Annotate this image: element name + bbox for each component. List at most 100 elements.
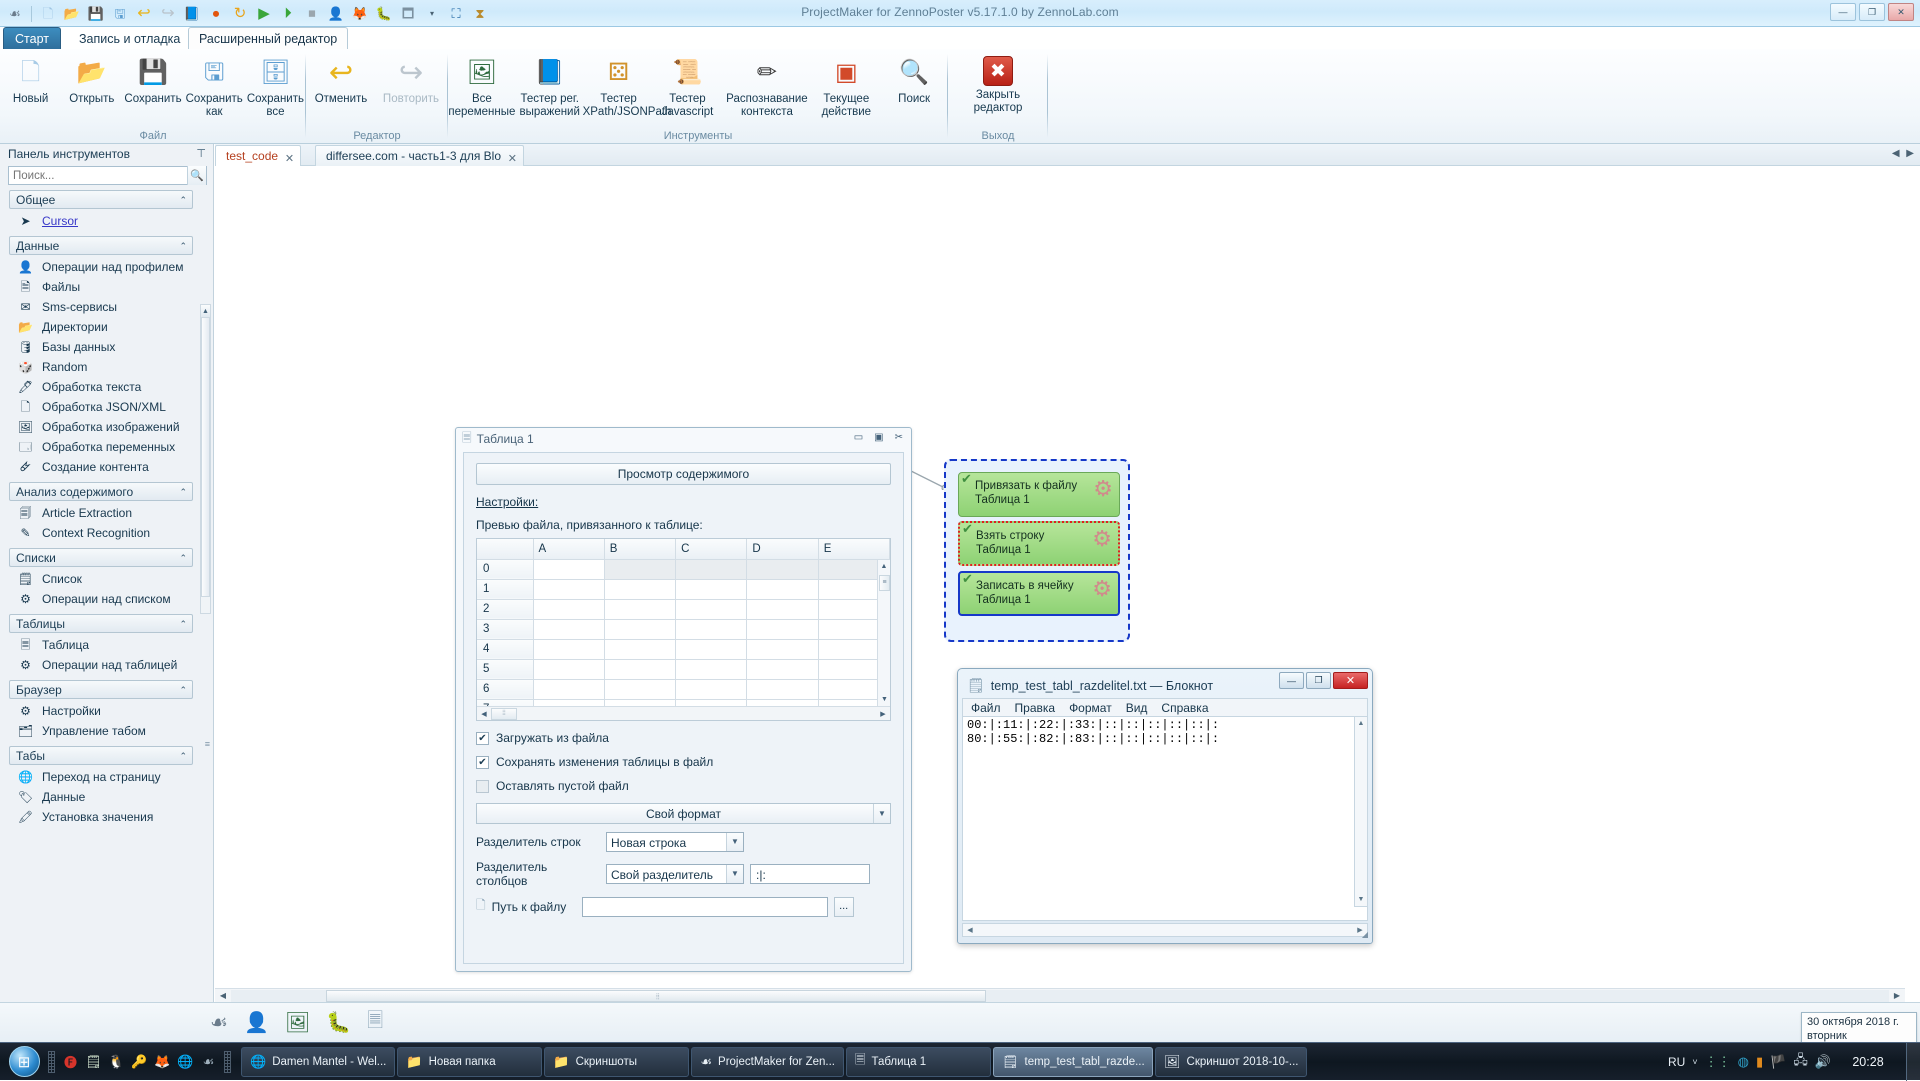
toolbox-scrollbar[interactable]: ▲ [200, 304, 211, 614]
toolbox-item[interactable]: 🎲 Random [0, 357, 213, 377]
file-path-input[interactable] [581, 896, 828, 917]
action-block-take-row[interactable]: ✔ Взять строку Таблица 1 ⚙ [958, 521, 1120, 566]
notepad-minimize-button[interactable]: — [1279, 672, 1304, 689]
row-separator-combobox[interactable]: Новая строка ▼ [606, 832, 744, 852]
profile-icon[interactable]: 👤 [244, 1010, 269, 1035]
notepad-horizontal-scrollbar[interactable]: ◀ ▶ [962, 923, 1368, 937]
table-cell[interactable] [533, 659, 605, 680]
table-row[interactable]: 2 [477, 599, 891, 620]
table-row-header[interactable]: 6 [477, 679, 534, 700]
table-column-header[interactable]: E [818, 539, 891, 560]
table-row-header[interactable]: 0 [477, 559, 534, 580]
table-cell[interactable] [675, 659, 748, 680]
dialog-restore-button[interactable]: ▣ [874, 432, 883, 443]
document-tab-nav[interactable]: ◀ ▶ [1892, 148, 1916, 159]
table-cell[interactable] [746, 599, 819, 620]
ribbon-button-open[interactable]: 📂 Открыть [61, 53, 122, 106]
chevron-up-icon[interactable]: ⌃ [179, 615, 187, 633]
notepad-menu-item[interactable]: Файл [971, 701, 1001, 715]
toolbar-grip-icon[interactable] [48, 1050, 55, 1073]
blackboard-icon[interactable]: 🖼 [285, 1010, 310, 1035]
toolbox-item[interactable]: 🜸 Создание контента [0, 457, 213, 477]
scheme-canvas[interactable]: 🗏 Таблица 1 ▭ ▣ ✂ Просмотр содержимого Н… [215, 166, 1920, 994]
chevron-down-icon[interactable]: ▼ [873, 804, 890, 823]
chevron-up-icon[interactable]: ⌃ [179, 483, 187, 501]
ribbon-button-save-as[interactable]: 🖫 Сохранить как [184, 53, 245, 118]
qat-bug-icon[interactable]: 🐛 [373, 3, 395, 25]
qat-save-as-icon[interactable]: 🖫 [109, 3, 131, 25]
firefox-icon[interactable]: 🦊 [153, 1052, 172, 1071]
zenno-logo-icon[interactable]: ☙ [210, 1010, 228, 1035]
taskbar-grip-icon[interactable] [224, 1050, 231, 1073]
table-cell[interactable] [604, 559, 677, 580]
ribbon-button-all-variables[interactable]: 🖼 Все переменные [448, 53, 516, 118]
dialog-close-button[interactable]: ✂ [895, 432, 903, 443]
toolbox-item[interactable]: 🖍 Установка значения [0, 807, 213, 827]
ribbon-tab-start[interactable]: Старт [3, 27, 61, 49]
ribbon-button-javascript-tester[interactable]: 📜 Тестер Javascript [654, 53, 722, 118]
toolbox-item[interactable]: 🛢 Базы данных [0, 337, 213, 357]
table-cell[interactable] [746, 659, 819, 680]
ribbon-button-close-editor[interactable]: ✖ Закрыть редактор [953, 53, 1043, 114]
chrome-icon[interactable]: 🌐 [176, 1052, 195, 1071]
pin-icon[interactable]: ⊤ [196, 147, 206, 160]
qat-window-dropdown-icon[interactable]: 🗖 [397, 3, 419, 25]
ribbon-button-xpath-tester[interactable]: ⚄ Тестер XPath/JSONPath [583, 53, 672, 118]
table-cell[interactable] [533, 639, 605, 660]
grid-horizontal-scrollbar[interactable]: ◀ ⦙⦙ ▶ [477, 706, 890, 720]
table-cell[interactable] [746, 679, 819, 700]
scroll-up-icon[interactable]: ▲ [1355, 717, 1367, 730]
toolbox-item[interactable]: 🗂 Управление табом [0, 721, 213, 741]
scrollbar-thumb[interactable]: ≡ [879, 575, 890, 591]
table-cell[interactable] [604, 599, 677, 620]
qat-firefox-icon[interactable]: 🦊 [349, 3, 371, 25]
notepad-icon[interactable]: 🗒 [84, 1052, 103, 1071]
preview-grid[interactable]: ABCDE 01234567 ▲ ≡ ▼ ◀ ⦙⦙ ▶ [476, 538, 891, 721]
table-row[interactable]: 1 [477, 579, 891, 600]
format-combobox[interactable]: Свой формат ▼ [476, 803, 891, 824]
ribbon-tab-advanced-editor[interactable]: Расширенный редактор [188, 27, 349, 49]
table-row-header[interactable]: 2 [477, 599, 534, 620]
table-cell[interactable] [533, 619, 605, 640]
chevron-up-icon[interactable]: ⌃ [179, 549, 187, 567]
view-content-button[interactable]: Просмотр содержимого [476, 463, 891, 485]
save-changes-checkbox[interactable]: ✔ [476, 755, 489, 769]
filezilla-icon[interactable]: 🅕 [61, 1052, 80, 1071]
chevron-up-icon[interactable]: ⌃ [179, 237, 187, 255]
language-indicator[interactable]: RU [1668, 1055, 1685, 1069]
network-icon[interactable]: ⋮⋮ [1705, 1054, 1731, 1070]
scroll-left-icon[interactable]: ◀ [215, 991, 231, 1000]
qat-refresh-icon[interactable]: ↻ [229, 3, 251, 25]
action-block-bind-to-file[interactable]: ✔ Привязать к файлу Таблица 1 ⚙ [958, 471, 1120, 517]
table-cell[interactable] [675, 559, 748, 580]
table-row[interactable]: 5 [477, 659, 891, 680]
column-separator-combobox[interactable]: Свой разделитель ▼ [606, 864, 744, 884]
qat-record-icon[interactable]: ⏺ [205, 3, 227, 25]
table-icon[interactable]: 🗏 [367, 1006, 383, 1040]
toolbox-category-0[interactable]: Общее ⌃ [9, 190, 193, 209]
table-cell[interactable] [746, 579, 819, 600]
qat-play-debug-icon[interactable]: ⏵ [277, 3, 299, 25]
toolbox-item[interactable]: 🗎 Файлы [0, 277, 213, 297]
qat-book-icon[interactable]: 📘 [181, 3, 203, 25]
qat-new-file-icon[interactable]: 🗋 [37, 3, 59, 25]
toolbox-item[interactable]: 🗏 Таблица [0, 635, 213, 655]
taskbar-button[interactable]: 📁 Скриншоты [544, 1046, 690, 1077]
close-button[interactable]: ✕ [1888, 3, 1914, 21]
ribbon-tab-record-debug[interactable]: Запись и отладка [68, 27, 191, 49]
toolbox-item[interactable]: 🗔 Обработка переменных [0, 437, 213, 457]
table-cell[interactable] [604, 639, 677, 660]
ribbon-button-save[interactable]: 💾 Сохранить [122, 53, 183, 106]
ribbon-button-regex-tester[interactable]: 📘 Тестер рег. выражений [516, 53, 584, 118]
toolbox-item[interactable]: ⚙ Настройки [0, 701, 213, 721]
table-column-header[interactable]: C [675, 539, 748, 560]
browse-button[interactable]: ... [833, 896, 854, 917]
notepad-menu-item[interactable]: Справка [1161, 701, 1208, 715]
table-row[interactable]: 3 [477, 619, 891, 640]
tab-nav-right-icon[interactable]: ▶ [1906, 148, 1916, 159]
toolbox-item[interactable]: ⚙ Операции над списком [0, 589, 213, 609]
toolbox-item[interactable]: ➤ Cursor [0, 211, 213, 231]
notepad-title-bar[interactable]: 🗒 temp_test_tabl_razdelitel.txt — Блокно… [958, 669, 1372, 696]
notepad-text-area[interactable]: 00:|:11:|:22:|:33:|::|::|::|::|::|: 80:|… [962, 716, 1368, 921]
table-row[interactable]: 0 [477, 559, 891, 580]
